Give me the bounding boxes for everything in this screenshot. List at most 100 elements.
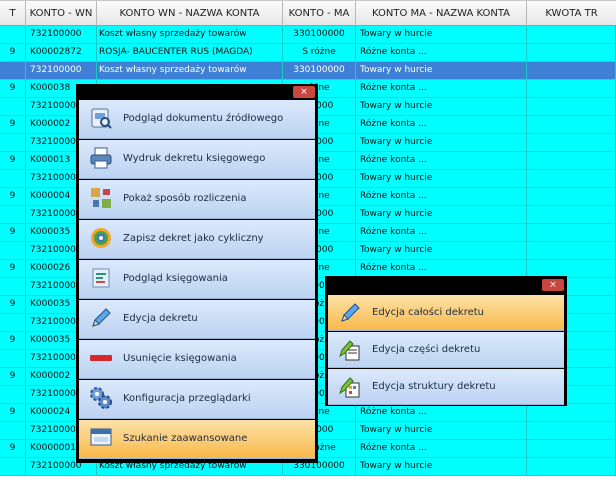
cell-konto-ma-name: Towary w hurcie <box>356 134 527 151</box>
context-menu-item[interactable]: Konfiguracja przeglądarki <box>79 380 315 419</box>
cell-t <box>0 386 26 403</box>
header-col-t[interactable]: T <box>0 1 26 26</box>
grid-header: T KONTO - WN KONTO WN - NAZWA KONTA KONT… <box>0 0 616 26</box>
cell-t <box>0 206 26 223</box>
submenu-item[interactable]: Edycja całości dekretu <box>328 295 564 331</box>
submenu-item-label: Edycja struktury dekretu <box>372 381 496 392</box>
cell-konto-wn-name: Koszt własny sprzedaży towarów <box>97 62 283 79</box>
cell-t <box>0 422 26 439</box>
cell-konto-ma-name: Towary w hurcie <box>356 26 527 43</box>
cell-konto-ma-name: Towary w hurcie <box>356 170 527 187</box>
submenu-close-button[interactable]: × <box>542 279 564 291</box>
context-menu-item-label: Podgląd dokumentu źródłowego <box>123 113 284 124</box>
cell-konto-wn: 732100000 <box>26 26 97 43</box>
cell-kwota <box>527 458 616 475</box>
cell-kwota <box>527 224 616 241</box>
cell-konto-ma: S różne <box>283 44 356 61</box>
cell-konto-ma: 330100000 <box>283 62 356 79</box>
cell-t: 9 <box>0 332 26 349</box>
cell-konto-wn-name: Koszt własny sprzedaży towarów <box>97 26 283 43</box>
context-menu-item[interactable]: Wydruk dekretu księgowego <box>79 140 315 179</box>
cell-kwota <box>527 134 616 151</box>
context-menu-item-label: Pokaż sposób rozliczenia <box>123 193 247 204</box>
submenu-title-bar <box>325 276 567 294</box>
cell-t <box>0 242 26 259</box>
submenu-item-label: Edycja części dekretu <box>372 344 481 355</box>
cell-kwota <box>527 260 616 277</box>
cell-kwota <box>527 404 616 421</box>
cell-konto-ma-name: Towary w hurcie <box>356 422 527 439</box>
cell-kwota <box>527 170 616 187</box>
context-menu-item-label: Wydruk dekretu księgowego <box>123 153 266 164</box>
context-menu-item[interactable]: Podgląd księgowania <box>79 260 315 299</box>
cell-t: 9 <box>0 440 26 457</box>
context-menu-item[interactable]: Pokaż sposób rozliczenia <box>79 180 315 219</box>
cell-kwota <box>527 422 616 439</box>
context-menu-item[interactable]: Zapisz dekret jako cykliczny <box>79 220 315 259</box>
cell-t: 9 <box>0 188 26 205</box>
table-row[interactable]: 732100000 Koszt własny sprzedaży towarów 3… <box>0 62 616 80</box>
cell-kwota <box>527 116 616 133</box>
cell-t <box>0 134 26 151</box>
cell-kwota <box>527 98 616 115</box>
gears-icon <box>89 386 113 410</box>
cell-kwota <box>527 44 616 61</box>
cell-t <box>0 458 26 475</box>
cell-kwota <box>527 242 616 259</box>
context-menu-item[interactable]: Szukanie zaawansowane <box>79 420 315 459</box>
cell-t <box>0 26 26 43</box>
cell-kwota <box>527 206 616 223</box>
cell-t: 9 <box>0 404 26 421</box>
delete-bar-icon <box>89 346 113 370</box>
cell-t: 9 <box>0 296 26 313</box>
document-preview-icon <box>89 106 113 130</box>
cell-konto-ma-name: Różne konta ... <box>356 404 527 421</box>
header-col-konto-ma-name[interactable]: KONTO MA - NAZWA KONTA <box>356 1 527 26</box>
context-menu-item-label: Edycja dekretu <box>123 313 198 324</box>
context-menu-item-label: Usunięcie księgowania <box>123 353 237 364</box>
cell-t <box>0 314 26 331</box>
pencil-icon <box>89 306 113 330</box>
context-menu-item[interactable]: Usunięcie księgowania <box>79 340 315 379</box>
settlement-icon <box>89 186 113 210</box>
cell-konto-ma-name: Różne konta ... <box>356 440 527 457</box>
cell-kwota <box>527 62 616 79</box>
context-menu-item-label: Podgląd księgowania <box>123 273 228 284</box>
cell-kwota <box>527 440 616 457</box>
cell-t <box>0 62 26 79</box>
cell-t: 9 <box>0 224 26 241</box>
cell-konto-wn-name: ROSJA- BAUCENTER RUS (MAGDA) <box>97 44 283 61</box>
cell-konto-ma-name: Towary w hurcie <box>356 206 527 223</box>
cell-t <box>0 278 26 295</box>
cell-t: 9 <box>0 80 26 97</box>
cell-t: 9 <box>0 152 26 169</box>
cell-kwota <box>527 26 616 43</box>
cell-t <box>0 350 26 367</box>
table-row[interactable]: 9 K00002872 ROSJA- BAUCENTER RUS (MAGDA) S … <box>0 44 616 62</box>
cell-konto-ma-name: Różne konta ... <box>356 152 527 169</box>
context-menu-item[interactable]: Edycja dekretu <box>79 300 315 339</box>
cell-konto-ma-name: Towary w hurcie <box>356 458 527 475</box>
cell-t: 9 <box>0 260 26 277</box>
header-col-konto-wn[interactable]: KONTO - WN <box>26 1 97 26</box>
cell-konto-ma-name: Towary w hurcie <box>356 98 527 115</box>
table-row[interactable]: 732100000 Koszt własny sprzedaży towarów 3… <box>0 26 616 44</box>
cell-konto-ma-name: Różne konta ... <box>356 116 527 133</box>
context-menu: × Podgląd dokumentu źródłowego Wydruk dek… <box>76 84 318 463</box>
cell-konto-ma: 330100000 <box>283 26 356 43</box>
ledger-preview-icon <box>89 266 113 290</box>
header-col-konto-wn-name[interactable]: KONTO WN - NAZWA KONTA <box>97 1 283 26</box>
cell-t <box>0 98 26 115</box>
submenu-item[interactable]: Edycja części dekretu <box>328 332 564 368</box>
header-col-konto-ma[interactable]: KONTO - MA <box>283 1 356 26</box>
context-menu-title-bar <box>76 84 318 100</box>
cell-kwota <box>527 152 616 169</box>
partial-edit-icon <box>338 338 362 362</box>
header-col-kwota[interactable]: KWOTA TR <box>527 1 616 26</box>
cell-konto-ma-name: Towary w hurcie <box>356 242 527 259</box>
context-menu-close-button[interactable]: × <box>293 86 315 98</box>
submenu-item[interactable]: Edycja struktury dekretu <box>328 369 564 405</box>
context-menu-item[interactable]: Podgląd dokumentu źródłowego <box>79 100 315 139</box>
cell-konto-wn: 732100000 <box>26 62 97 79</box>
cell-t <box>0 170 26 187</box>
